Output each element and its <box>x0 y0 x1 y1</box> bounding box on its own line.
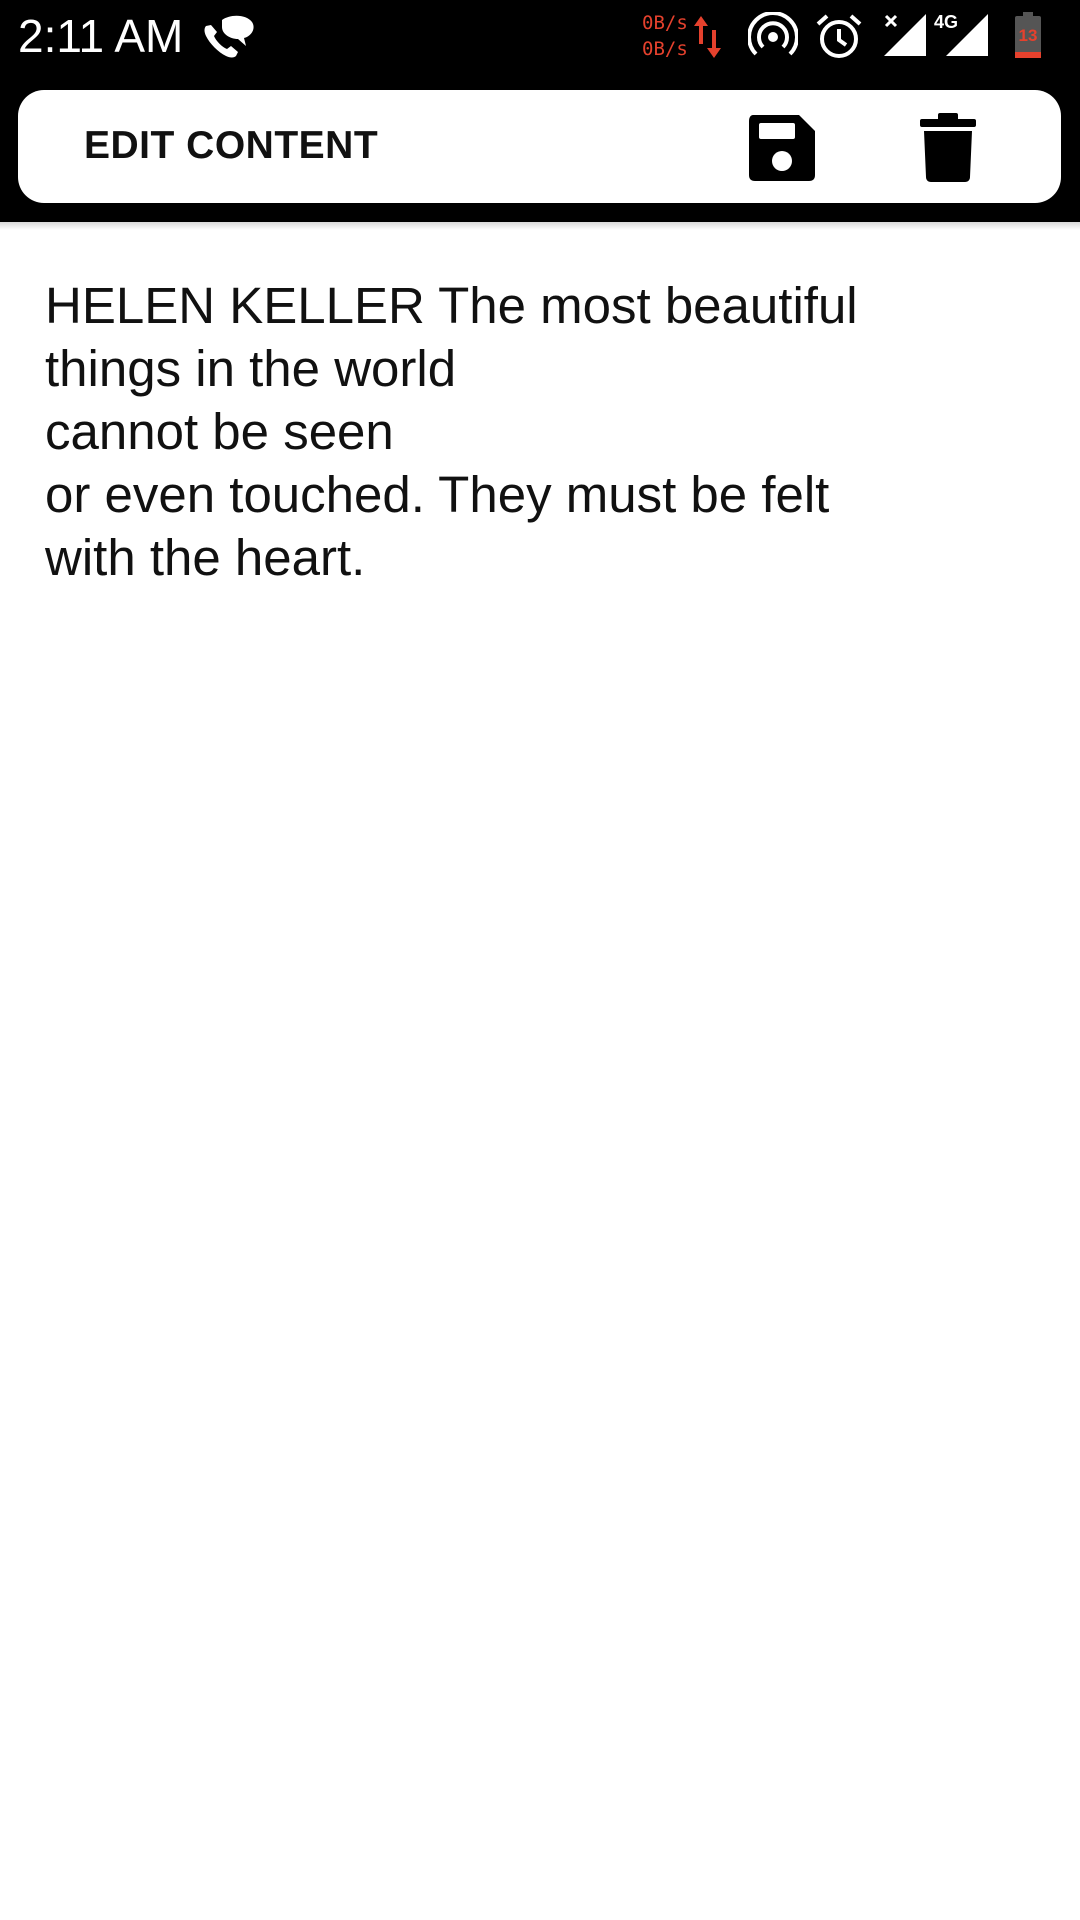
hotspot-icon <box>748 12 798 56</box>
battery-level: 13 <box>1018 26 1038 45</box>
data-arrows-icon <box>694 16 721 58</box>
status-time: 2:11 AM <box>18 10 184 62</box>
net-up-speed: 0B/s <box>642 12 688 34</box>
status-bar: 2:11 AM 0B/s 0B/s 4G 13 EDIT CONTENT <box>0 0 1080 222</box>
signal-x-icon <box>884 14 926 56</box>
save-button[interactable] <box>746 112 818 184</box>
network-speed: 0B/s 0B/s <box>642 10 688 62</box>
signal-icon <box>946 14 988 56</box>
toolbar: EDIT CONTENT <box>18 90 1061 203</box>
content-text-area[interactable]: HELEN KELLER The most beautiful things i… <box>45 274 1005 589</box>
trash-icon <box>920 113 976 182</box>
phone-chat-icon <box>204 15 254 58</box>
toolbar-shadow <box>0 222 1080 230</box>
net-down-speed: 0B/s <box>642 38 688 60</box>
toolbar-title: EDIT CONTENT <box>84 124 379 167</box>
save-icon <box>749 115 815 181</box>
delete-button[interactable] <box>912 112 984 184</box>
alarm-icon <box>816 14 862 58</box>
